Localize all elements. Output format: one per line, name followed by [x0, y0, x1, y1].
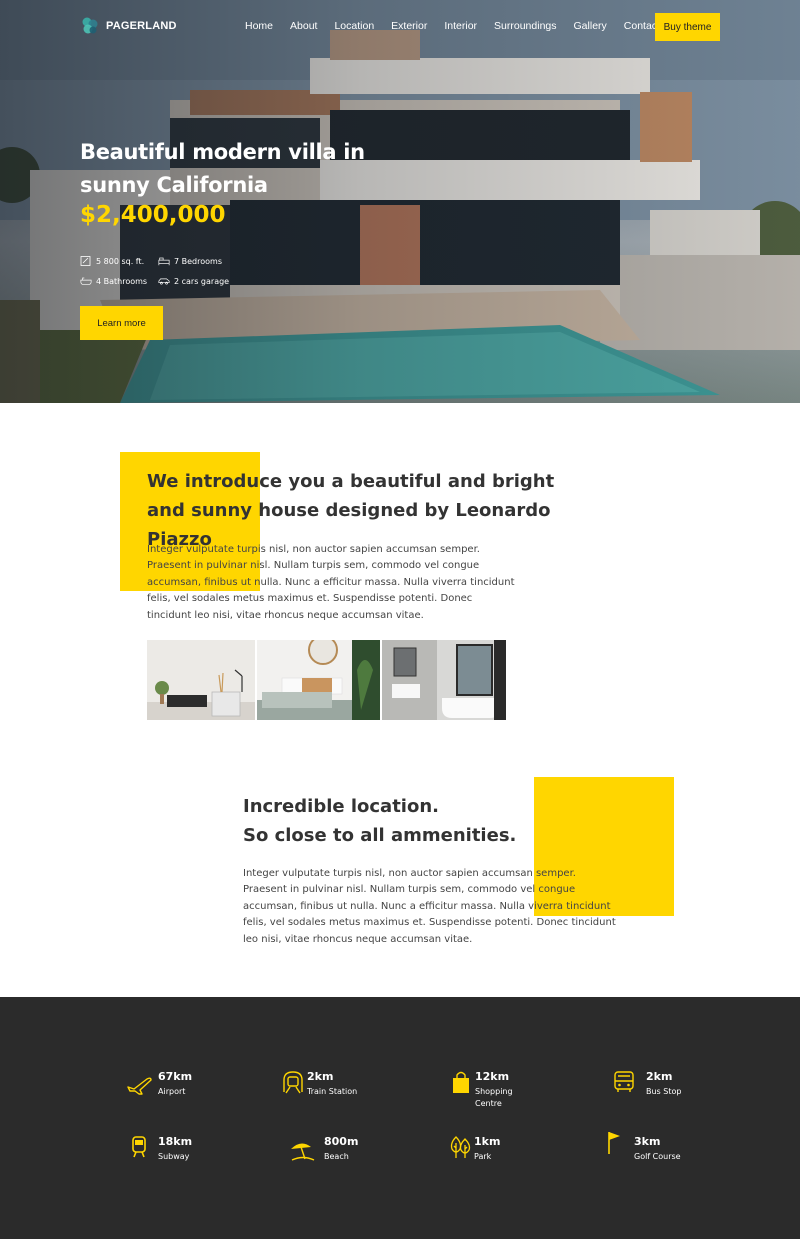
bathroom-photo[interactable]	[382, 640, 506, 720]
spec-area: 5 800 sq. ft.	[80, 256, 144, 266]
interior-gallery	[147, 640, 506, 720]
intro-title: We introduce you a beautiful and bright …	[147, 471, 555, 550]
amenities-section: 67km Airport 2km Train Station 12km Shop…	[0, 997, 800, 1239]
spec-bedrooms-label: 7 Bedrooms	[174, 256, 222, 266]
amenity-name: Golf Course	[634, 1152, 681, 1161]
nav-gallery[interactable]: Gallery	[574, 20, 607, 32]
location-title-line2: So close to all ammenities.	[243, 825, 517, 846]
amenity-distance: 67km	[158, 1070, 193, 1083]
tree-icon	[450, 1136, 471, 1158]
nav-location[interactable]: Location	[334, 20, 374, 32]
amenity-distance: 800m	[324, 1135, 359, 1148]
spec-garage-label: 2 cars garage	[174, 276, 230, 286]
bedroom-photo[interactable]	[257, 640, 380, 720]
amenity-name: Beach	[324, 1152, 349, 1161]
main-nav: Home About Location Exterior Interior Su…	[245, 20, 677, 32]
nav-surroundings[interactable]: Surroundings	[494, 20, 556, 32]
living-room-photo[interactable]	[147, 640, 255, 720]
beach-icon	[291, 1143, 315, 1161]
area-icon	[80, 256, 91, 266]
spec-area-label: 5 800 sq. ft.	[96, 256, 145, 266]
intro-text: Integer vulputate turpis nisl, non aucto…	[147, 544, 515, 621]
amenity-name: Airport	[158, 1087, 186, 1096]
amenity-name: Train Station	[307, 1087, 358, 1096]
nav-exterior[interactable]: Exterior	[391, 20, 427, 32]
spec-bedrooms: 7 Bedrooms	[158, 256, 222, 266]
logo-text: PAGERLAND	[106, 20, 177, 32]
flag-icon	[608, 1132, 620, 1154]
bus-icon	[614, 1071, 634, 1092]
nav-about[interactable]: About	[290, 20, 317, 32]
amenity-distance: 1km	[474, 1135, 501, 1148]
bed-icon	[158, 257, 170, 266]
amenity-distance: 3km	[634, 1135, 661, 1148]
car-icon	[158, 278, 170, 285]
hero-price: $2,400,000	[80, 202, 226, 228]
buy-theme-button[interactable]: Buy theme	[655, 13, 720, 41]
train-icon	[283, 1071, 303, 1094]
location-title-line1: Incredible location.	[243, 796, 439, 817]
amenity-distance: 12km	[475, 1070, 510, 1083]
spec-garage: 2 cars garage	[158, 276, 229, 286]
amenity-distance: 2km	[646, 1070, 673, 1083]
hero-section: PAGERLAND Home About Location Exterior I…	[0, 0, 800, 403]
amenity-distance: 18km	[158, 1135, 193, 1148]
amenity-distance: 2km	[307, 1070, 334, 1083]
amenity-name: Subway	[158, 1152, 190, 1161]
amenity-name: Shopping Centre	[475, 1087, 513, 1108]
location-text: Integer vulputate turpis nisl, non aucto…	[243, 868, 616, 945]
hero-title: Beautiful modern villa in sunny Californ…	[80, 140, 365, 197]
amenity-name: Bus Stop	[646, 1087, 682, 1096]
bath-icon	[80, 277, 92, 285]
subway-icon	[132, 1136, 146, 1158]
nav-interior[interactable]: Interior	[444, 20, 477, 32]
page: PAGERLAND Home About Location Exterior I…	[0, 0, 800, 1239]
spec-bathrooms-label: 4 Bathrooms	[96, 276, 148, 286]
spec-bathrooms: 4 Bathrooms	[80, 276, 147, 286]
learn-more-button[interactable]: Learn more	[80, 306, 163, 340]
logo[interactable]: PAGERLAND	[80, 16, 177, 36]
location-title: Incredible location. So close to all amm…	[243, 792, 563, 850]
logo-icon	[82, 17, 98, 34]
shopping-bag-icon	[453, 1071, 469, 1093]
nav-home[interactable]: Home	[245, 20, 273, 32]
airplane-icon	[127, 1077, 152, 1095]
amenity-name: Park	[474, 1152, 492, 1161]
